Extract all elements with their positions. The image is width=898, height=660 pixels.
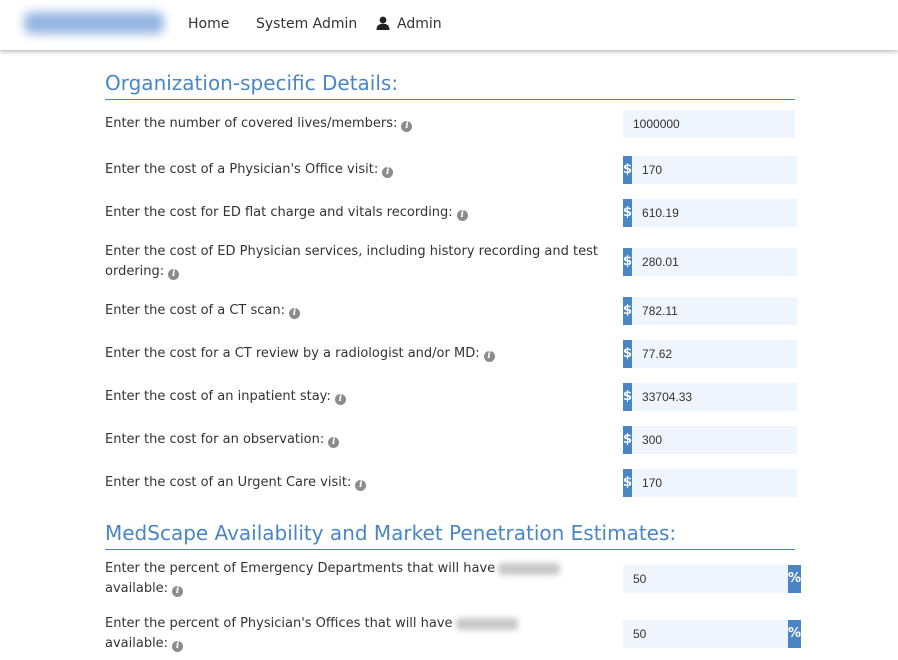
physician-percent-input[interactable] [623,620,788,648]
form-row-physician-percent: Enter the percent of Physician's Offices… [105,608,802,660]
info-icon[interactable]: i [172,641,184,652]
section-title-organization: Organization-specific Details: [105,71,795,100]
field-label: Enter the cost of ED Physician services,… [105,243,598,280]
percent-addon: % [788,620,802,648]
ed-percent-input[interactable] [623,565,788,593]
ed-physician-cost-input[interactable] [632,247,798,276]
form-row-inpatient-stay: Enter the cost of an inpatient stay: i $ [105,375,798,418]
info-icon[interactable]: i [289,307,301,319]
field-label: Enter the cost for a CT review by a radi… [105,344,605,364]
form-row-urgent-care: Enter the cost of an Urgent Care visit: i… [105,461,798,504]
form-row-ed-physician: Enter the cost of ED Physician services,… [105,234,798,289]
dollar-addon: $ [623,155,633,184]
physician-percent-field: % [623,620,802,648]
field-label: Enter the cost for ED flat charge and vi… [105,203,605,223]
field-label: Enter the percent of Physician's Offices… [105,614,605,654]
info-icon[interactable]: i [168,268,180,280]
ct-scan-cost-field: $ [623,296,798,325]
redacted-product-name [498,562,561,575]
dollar-addon: $ [623,296,633,325]
form-row-covered-lives: Enter the number of covered lives/member… [105,100,795,148]
dollar-addon: $ [623,339,633,368]
dollar-addon: $ [623,425,633,454]
form-row-ed-percent: Enter the percent of Emergency Departmen… [105,550,802,608]
covered-lives-input[interactable] [623,110,795,138]
info-icon[interactable]: i [355,479,367,491]
field-label: Enter the cost of an inpatient stay: i [105,387,605,407]
field-label: Enter the cost of a Physician's Office v… [105,160,605,180]
ct-review-cost-input[interactable] [632,339,798,368]
field-label: Enter the number of covered lives/member… [105,114,605,134]
ct-scan-cost-input[interactable] [632,296,798,325]
physician-office-cost-field: $ [623,155,798,184]
ed-physician-cost-field: $ [623,247,798,276]
form-row-ct-review: Enter the cost for a CT review by a radi… [105,332,798,375]
ed-flat-charge-field: $ [623,198,798,227]
nav-system-admin[interactable]: System Admin [256,16,357,32]
field-label: Enter the cost of an Urgent Care visit: i [105,473,605,493]
nav-home[interactable]: Home [188,16,229,32]
physician-office-cost-input[interactable] [632,155,798,184]
dollar-addon: $ [623,198,633,227]
ed-percent-field: % [623,565,802,593]
covered-lives-field [623,110,795,138]
info-icon[interactable]: i [382,166,394,178]
section-title-medscape: MedScape Availability and Market Penetra… [105,521,795,550]
form-row-observation: Enter the cost for an observation: i $ [105,418,798,461]
info-icon[interactable]: i [483,350,495,362]
user-icon [376,16,390,30]
percent-addon: % [788,565,802,593]
info-icon[interactable]: i [172,586,184,597]
nav-admin-label: Admin [397,16,442,32]
redacted-product-name [455,617,518,630]
dollar-addon: $ [623,247,633,276]
urgent-care-cost-field: $ [623,468,798,497]
ct-review-cost-field: $ [623,339,798,368]
ed-flat-charge-input[interactable] [632,198,798,227]
form-row-ct-scan: Enter the cost of a CT scan: i $ [105,289,798,332]
info-icon[interactable]: i [328,436,340,448]
form-row-physician-office: Enter the cost of a Physician's Office v… [105,148,798,191]
info-icon[interactable]: i [401,121,413,132]
info-icon[interactable]: i [456,209,468,221]
field-label: Enter the percent of Emergency Departmen… [105,559,605,599]
main-content: Organization-specific Details: Enter the… [105,50,802,660]
navbar: Home System Admin Admin [0,0,898,50]
form-row-ed-flat-charge: Enter the cost for ED flat charge and vi… [105,191,798,234]
dollar-addon: $ [623,382,633,411]
inpatient-stay-cost-input[interactable] [632,382,798,411]
urgent-care-cost-input[interactable] [632,468,798,497]
dollar-addon: $ [623,468,633,497]
field-label: Enter the cost of a CT scan: i [105,301,605,321]
info-icon[interactable]: i [334,393,346,405]
observation-cost-field: $ [623,425,798,454]
brand-logo[interactable] [24,12,164,34]
inpatient-stay-cost-field: $ [623,382,798,411]
observation-cost-input[interactable] [632,425,798,454]
nav-admin[interactable]: Admin [376,16,442,32]
field-label: Enter the cost for an observation: i [105,430,605,450]
